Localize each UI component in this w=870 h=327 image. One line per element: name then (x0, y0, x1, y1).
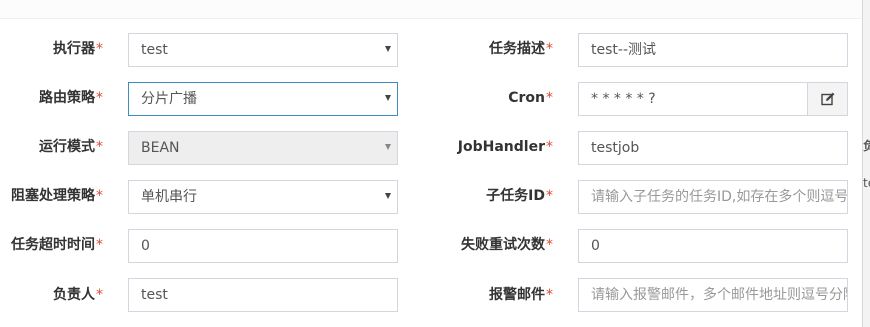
chevron-down-icon (385, 144, 391, 150)
alarm-email-input[interactable]: 请输入报警邮件，多个邮件地址则逗号分隔 (578, 278, 848, 312)
label-run-mode: 运行模式* (39, 139, 103, 155)
label-jobhandler: JobHandler* (457, 139, 553, 155)
label-alarm-email: 报警邮件* (489, 287, 553, 303)
child-job-id-input[interactable]: 请输入子任务的任务ID,如存在多个则逗号分隔 (578, 180, 848, 214)
run-mode-select: BEAN (128, 131, 398, 165)
label-route-strategy: 路由策略* (39, 90, 103, 106)
label-child-job-id: 子任务ID* (486, 188, 553, 204)
edge-text-fragment: te (863, 176, 870, 190)
job-edit-form: 执行器* test 路由策略* 分片广播 运行模式* BEAN 阻塞处理策略* … (0, 0, 862, 327)
label-job-desc: 任务描述* (489, 41, 553, 57)
label-fail-retry: 失败重试次数* (461, 237, 553, 253)
executor-select[interactable]: test (128, 33, 398, 67)
label-cron: Cron* (508, 90, 553, 106)
label-block-strategy: 阻塞处理策略* (11, 188, 103, 204)
edge-text-fragment: 负 (863, 139, 870, 153)
timeout-input[interactable]: 0 (128, 229, 398, 263)
cron-input[interactable]: * * * * * ? (578, 82, 808, 116)
chevron-down-icon (385, 193, 391, 199)
chevron-down-icon (385, 46, 391, 52)
fail-retry-input[interactable]: 0 (578, 229, 848, 263)
block-strategy-select[interactable]: 单机串行 (128, 180, 398, 214)
chevron-down-icon (385, 95, 391, 101)
route-strategy-select[interactable]: 分片广播 (128, 82, 398, 116)
label-executor: 执行器* (53, 41, 103, 57)
modal-header-strip (0, 0, 862, 19)
label-owner: 负责人* (53, 287, 103, 303)
owner-input[interactable]: test (128, 278, 398, 312)
cron-edit-button[interactable] (807, 82, 848, 116)
edit-icon (821, 92, 835, 106)
jobhandler-input[interactable]: testjob (578, 131, 848, 165)
background-page-edge: 负 te (862, 0, 870, 327)
job-desc-input[interactable]: test--测试 (578, 33, 848, 67)
label-timeout: 任务超时时间* (11, 237, 103, 253)
